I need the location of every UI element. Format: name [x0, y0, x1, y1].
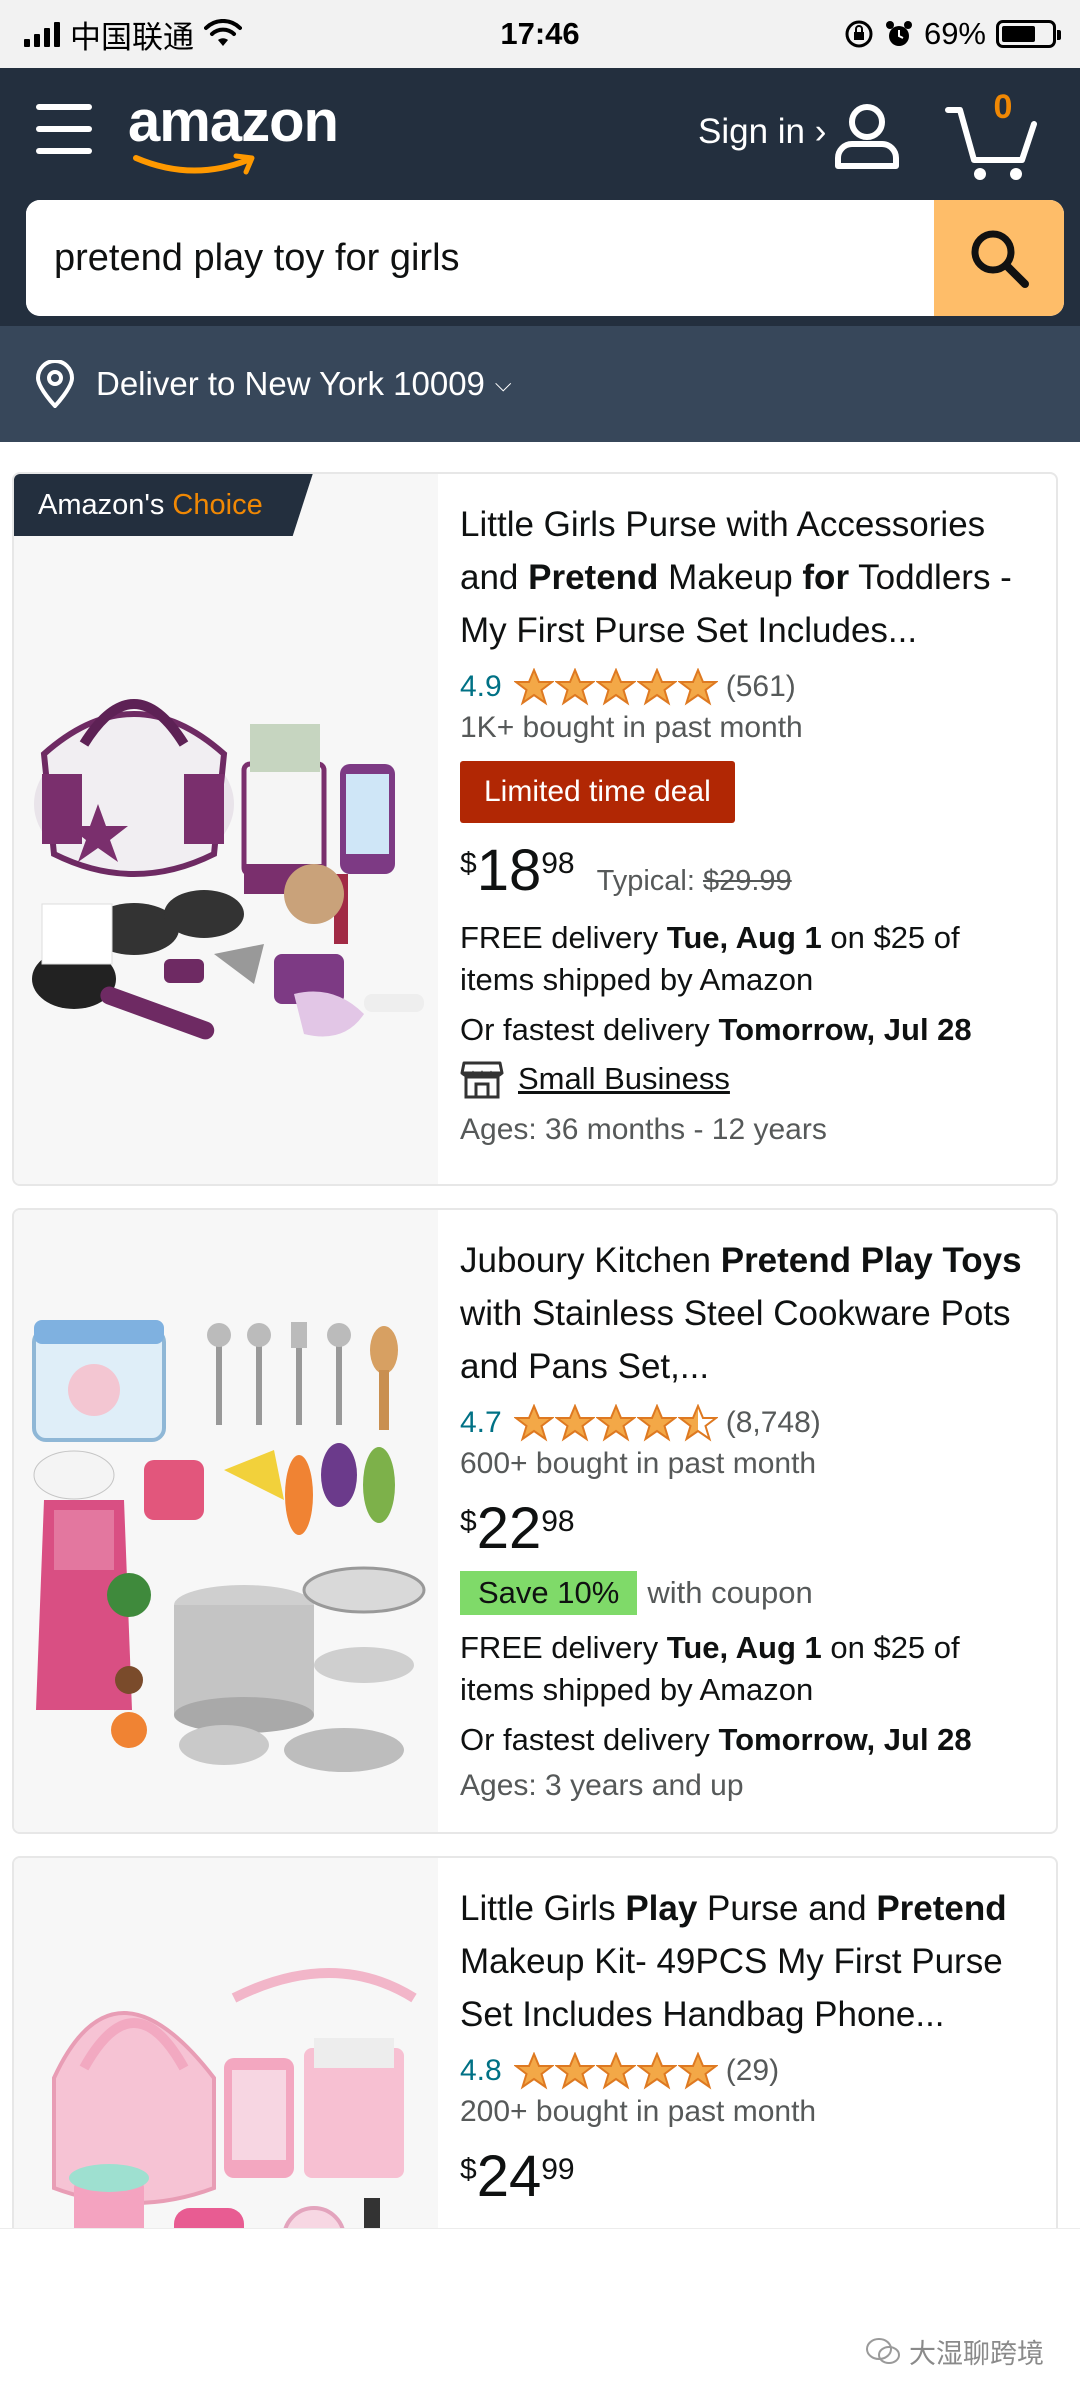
bought-count: 600+ bought in past month	[460, 1447, 817, 1480]
product-image[interactable]: Amazon's Choice	[14, 474, 438, 1184]
price: $ 22 98	[460, 1496, 575, 1561]
amazon-header: amazon Sign in › 0	[0, 68, 1080, 326]
product-title[interactable]: Little Girls Purse with Accessories and …	[460, 498, 1040, 657]
star-rating	[513, 2052, 718, 2090]
deliver-label: Deliver to New York 10009	[96, 365, 485, 402]
star-icon	[554, 2052, 595, 2090]
product-image[interactable]	[14, 1210, 438, 1832]
cart-count: 0	[993, 88, 1013, 126]
age-range: Ages: 3 years and up	[460, 1769, 744, 1802]
star-icon	[513, 2052, 554, 2090]
star-icon	[636, 2052, 677, 2090]
coupon-row[interactable]: Save 10% with coupon	[460, 1571, 1040, 1615]
product-title[interactable]: Juboury Kitchen Pretend Play Toys with S…	[460, 1234, 1040, 1393]
search-bar	[26, 200, 1064, 316]
deliver-to-bar[interactable]: Deliver to New York 10009 ⌵	[0, 326, 1080, 442]
star-rating	[513, 1404, 718, 1442]
small-business-link[interactable]: Small Business	[460, 1059, 1040, 1099]
amazon-smile-icon	[133, 153, 255, 175]
product-card[interactable]: Little Girls Play Purse and Pretend Make…	[12, 1856, 1058, 2228]
free-delivery: FREE delivery Tue, Aug 1 on $25 of items…	[460, 920, 960, 997]
product-card[interactable]: Amazon's Choice Little Girls Purse with …	[12, 472, 1058, 1186]
pink-purse-set-image	[52, 1968, 417, 2228]
rating-value: 4.7	[460, 1406, 502, 1439]
wifi-icon	[204, 19, 242, 46]
star-rating	[513, 668, 718, 706]
kitchen-set-image	[32, 1320, 426, 1772]
star-icon	[595, 1404, 636, 1442]
star-icon	[554, 668, 595, 706]
star-icon	[677, 2052, 718, 2090]
search-icon	[971, 230, 1029, 288]
star-icon	[595, 2052, 636, 2090]
search-button[interactable]	[934, 200, 1064, 316]
star-icon	[513, 668, 554, 706]
bought-count: 200+ bought in past month	[460, 2095, 817, 2128]
sign-in-link[interactable]: Sign in ›	[698, 112, 826, 152]
battery-icon	[996, 20, 1061, 48]
price: $ 18 98 Typical: $29.99	[460, 838, 792, 903]
battery-percent: 69%	[923, 16, 986, 51]
typical-price: Typical: $29.99	[596, 865, 792, 897]
amazons-choice-badge: Amazon's Choice	[14, 474, 313, 536]
wechat-icon	[866, 2337, 900, 2364]
chevron-down-icon: ⌵	[494, 371, 512, 396]
search-results: Amazon's Choice Little Girls Purse with …	[0, 442, 1080, 2228]
carrier-label: 中国联通	[70, 19, 194, 55]
limited-deal-badge: Limited time deal	[460, 761, 735, 823]
menu-icon[interactable]	[36, 104, 92, 154]
age-range: Ages: 36 months - 12 years	[460, 1113, 827, 1146]
rating-value: 4.9	[460, 670, 502, 703]
rating-row[interactable]: 4.7 (8,748)	[460, 1403, 1040, 1443]
star-icon	[595, 668, 636, 706]
rating-row[interactable]: 4.9 (561)	[460, 667, 1040, 707]
review-count: (561)	[725, 670, 796, 703]
watermark: 大湿聊跨境	[865, 2332, 1044, 2371]
amazon-logo[interactable]: amazon	[128, 88, 339, 155]
review-count: (8,748)	[725, 1406, 821, 1439]
signal-icon	[24, 21, 60, 47]
purse-set-image	[32, 699, 424, 1040]
orientation-lock-icon	[845, 20, 873, 48]
alarm-icon	[885, 21, 912, 46]
status-bar: 中国联通 17:46 69%	[0, 0, 1080, 68]
star-icon	[513, 1404, 554, 1442]
star-icon	[636, 668, 677, 706]
bottom-bar	[0, 2228, 1080, 2398]
clock: 17:46	[500, 16, 580, 51]
fastest-delivery: Or fastest delivery Tomorrow, Jul 28	[460, 1012, 972, 1047]
star-icon	[554, 1404, 595, 1442]
free-delivery: FREE delivery Tue, Aug 1 on $25 of items…	[460, 1630, 960, 1707]
location-pin-icon	[35, 360, 75, 408]
fastest-delivery: Or fastest delivery Tomorrow, Jul 28	[460, 1722, 972, 1757]
star-icon	[677, 1404, 718, 1442]
star-icon	[677, 668, 718, 706]
coupon-badge: Save 10%	[460, 1571, 638, 1615]
search-input[interactable]	[26, 200, 934, 316]
review-count: (29)	[725, 2054, 780, 2087]
user-icon[interactable]	[832, 100, 902, 170]
product-title[interactable]: Little Girls Play Purse and Pretend Make…	[460, 1882, 1040, 2041]
price: $ 24 99	[460, 2144, 575, 2209]
storefront-icon	[460, 1061, 504, 1099]
rating-row[interactable]: 4.8 (29)	[460, 2051, 1040, 2091]
star-icon	[636, 1404, 677, 1442]
bought-count: 1K+ bought in past month	[460, 711, 803, 744]
rating-value: 4.8	[460, 2054, 502, 2087]
product-image[interactable]	[14, 1858, 438, 2228]
product-card[interactable]: Juboury Kitchen Pretend Play Toys with S…	[12, 1208, 1058, 1834]
